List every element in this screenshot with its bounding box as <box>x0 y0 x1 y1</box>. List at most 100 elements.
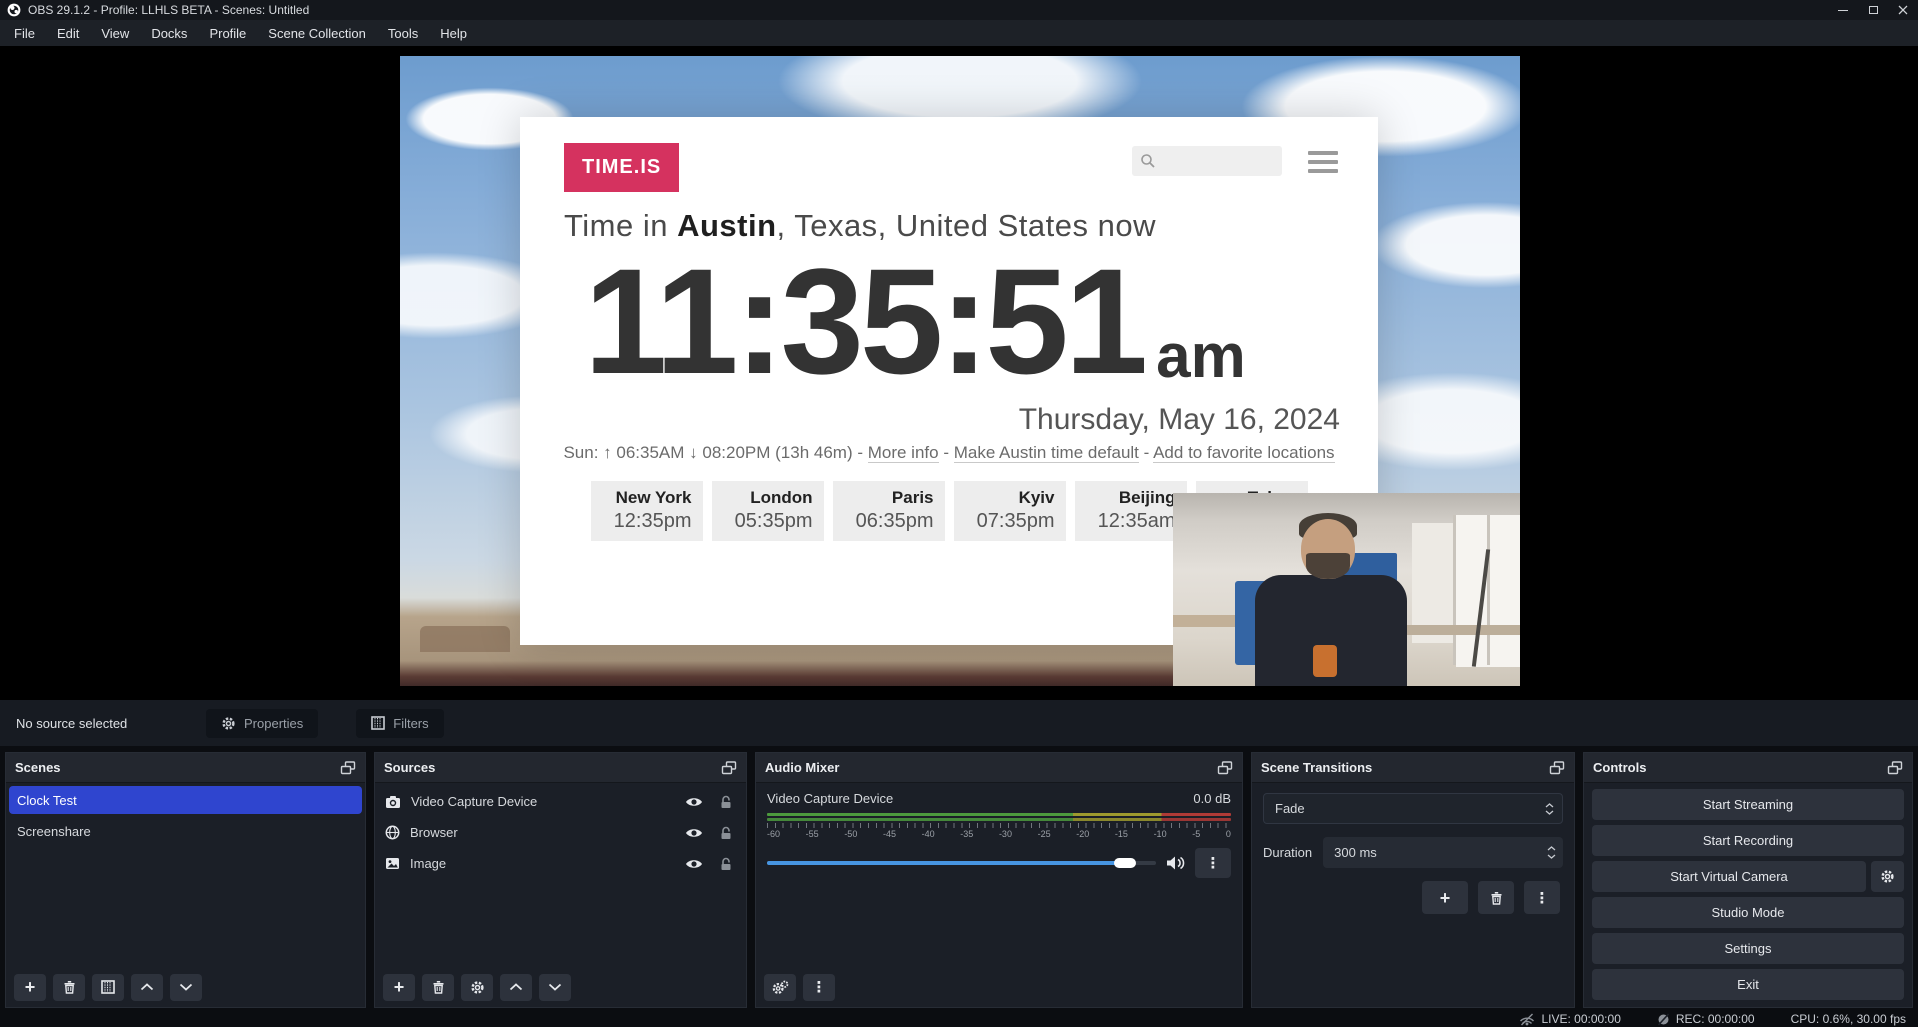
close-icon <box>1898 5 1908 15</box>
mixer-channel-menu-button[interactable]: ⋮ <box>1195 848 1231 878</box>
trash-icon <box>1490 891 1503 905</box>
source-row-image[interactable]: Image <box>375 848 746 879</box>
menu-file[interactable]: File <box>3 22 46 45</box>
city-time: 06:35pm <box>844 510 934 533</box>
scene-item-screenshare[interactable]: Screenshare <box>6 817 365 845</box>
menu-bar: File Edit View Docks Profile Scene Colle… <box>0 20 1918 46</box>
source-row-browser[interactable]: Browser <box>375 817 746 848</box>
add-transition-button[interactable]: + <box>1422 881 1468 914</box>
volume-slider[interactable] <box>767 856 1156 870</box>
gear-icon <box>1880 869 1895 884</box>
controls-panel: Controls Start Streaming Start Recording… <box>1583 752 1913 1008</box>
menu-edit[interactable]: Edit <box>46 22 90 45</box>
filters-button[interactable]: Filters <box>356 709 443 738</box>
speaker-icon[interactable] <box>1166 855 1185 871</box>
controls-panel-title: Controls <box>1593 760 1646 775</box>
scenes-panel: Scenes Clock Test Screenshare + <box>5 752 366 1008</box>
visibility-eye-icon[interactable] <box>685 827 703 839</box>
exit-button[interactable]: Exit <box>1592 969 1904 1000</box>
remove-scene-button[interactable] <box>53 974 85 1001</box>
make-default-link: Make Austin time default <box>954 443 1139 463</box>
visibility-eye-icon[interactable] <box>685 796 703 808</box>
popout-icon[interactable] <box>1549 761 1565 775</box>
source-context-toolbar: No source selected Properties Filters <box>0 700 1918 746</box>
scene-item-clock-test[interactable]: Clock Test <box>9 786 362 814</box>
source-label: Image <box>410 856 446 871</box>
move-scene-up-button[interactable] <box>131 974 163 1001</box>
minimize-button[interactable] <box>1828 0 1858 20</box>
title-bar: OBS 29.1.2 - Profile: LLHLS BETA - Scene… <box>0 0 1918 20</box>
gear-icon <box>470 980 485 995</box>
duration-spinbox[interactable]: 300 ms <box>1323 837 1563 868</box>
obs-window: OBS 29.1.2 - Profile: LLHLS BETA - Scene… <box>0 0 1918 1027</box>
maximize-icon <box>1869 6 1878 14</box>
plus-icon: + <box>25 978 36 996</box>
menu-profile[interactable]: Profile <box>198 22 257 45</box>
lock-open-icon[interactable] <box>720 795 732 809</box>
sun-times: Sun: ↑ 06:35AM ↓ 08:20PM (13h 46m) <box>563 443 852 462</box>
date-text: Thursday, May 16, 2024 <box>520 403 1378 437</box>
remove-transition-button[interactable] <box>1478 881 1514 914</box>
live-time: LIVE: 00:00:00 <box>1541 1012 1620 1026</box>
plus-icon: + <box>1440 889 1451 907</box>
spin-down-icon[interactable] <box>1547 854 1556 859</box>
menu-docks[interactable]: Docks <box>140 22 198 45</box>
move-scene-down-button[interactable] <box>170 974 202 1001</box>
close-button[interactable] <box>1888 0 1918 20</box>
move-source-up-button[interactable] <box>500 974 532 1001</box>
city-cell: Beijing 12:35am <box>1075 481 1187 541</box>
popout-icon[interactable] <box>1217 761 1233 775</box>
popout-icon[interactable] <box>1887 761 1903 775</box>
duration-label: Duration <box>1263 845 1312 860</box>
office-desk <box>1403 625 1520 635</box>
city-name: Paris <box>844 488 934 508</box>
dock-area: Scenes Clock Test Screenshare + <box>0 746 1918 1011</box>
popout-icon[interactable] <box>340 761 356 775</box>
preview-canvas[interactable]: TIME.IS Time in Austin, Texas, United St… <box>400 56 1520 686</box>
lock-open-icon[interactable] <box>720 857 732 871</box>
popout-icon[interactable] <box>721 761 737 775</box>
mixer-menu-button[interactable]: ⋮ <box>803 974 835 1001</box>
virtual-camera-settings-button[interactable] <box>1871 861 1904 892</box>
scene-transitions-panel-title: Scene Transitions <box>1261 760 1372 775</box>
audio-mixer-panel: Audio Mixer Video Capture Device 0.0 dB … <box>755 752 1243 1008</box>
remove-source-button[interactable] <box>422 974 454 1001</box>
webcam-overlay <box>1173 493 1520 686</box>
add-scene-button[interactable]: + <box>14 974 46 1001</box>
menu-scene-collection[interactable]: Scene Collection <box>257 22 377 45</box>
stream-inactive-icon <box>1519 1013 1535 1026</box>
scene-filters-button[interactable] <box>92 974 124 1001</box>
maximize-button[interactable] <box>1858 0 1888 20</box>
settings-button[interactable]: Settings <box>1592 933 1904 964</box>
move-source-down-button[interactable] <box>539 974 571 1001</box>
visibility-eye-icon[interactable] <box>685 858 703 870</box>
menu-help[interactable]: Help <box>429 22 478 45</box>
advanced-audio-properties-button[interactable] <box>764 974 796 1001</box>
record-inactive-icon <box>1657 1013 1670 1026</box>
transition-select[interactable]: Fade <box>1263 793 1563 824</box>
trash-icon <box>432 980 445 994</box>
start-streaming-button[interactable]: Start Streaming <box>1592 789 1904 820</box>
add-source-button[interactable]: + <box>383 974 415 1001</box>
spin-up-icon[interactable] <box>1547 846 1556 851</box>
volume-slider-handle[interactable] <box>1114 858 1136 868</box>
filters-icon <box>101 980 115 994</box>
start-virtual-camera-button[interactable]: Start Virtual Camera <box>1592 861 1866 892</box>
city-cell: Paris 06:35pm <box>833 481 945 541</box>
camera-icon <box>385 795 401 809</box>
properties-button[interactable]: Properties <box>206 709 318 738</box>
studio-mode-button[interactable]: Studio Mode <box>1592 897 1904 928</box>
source-properties-button[interactable] <box>461 974 493 1001</box>
city-name: London <box>723 488 813 508</box>
lock-open-icon[interactable] <box>720 826 732 840</box>
window-frame <box>1453 515 1456 665</box>
source-row-video-capture[interactable]: Video Capture Device <box>375 786 746 817</box>
city-cell: London 05:35pm <box>712 481 824 541</box>
transition-menu-button[interactable]: ⋮ <box>1524 881 1560 914</box>
menu-tools[interactable]: Tools <box>377 22 429 45</box>
window-title: OBS 29.1.2 - Profile: LLHLS BETA - Scene… <box>28 3 309 17</box>
gear-icon <box>221 716 236 731</box>
start-recording-button[interactable]: Start Recording <box>1592 825 1904 856</box>
search-icon <box>1140 153 1156 169</box>
menu-view[interactable]: View <box>90 22 140 45</box>
